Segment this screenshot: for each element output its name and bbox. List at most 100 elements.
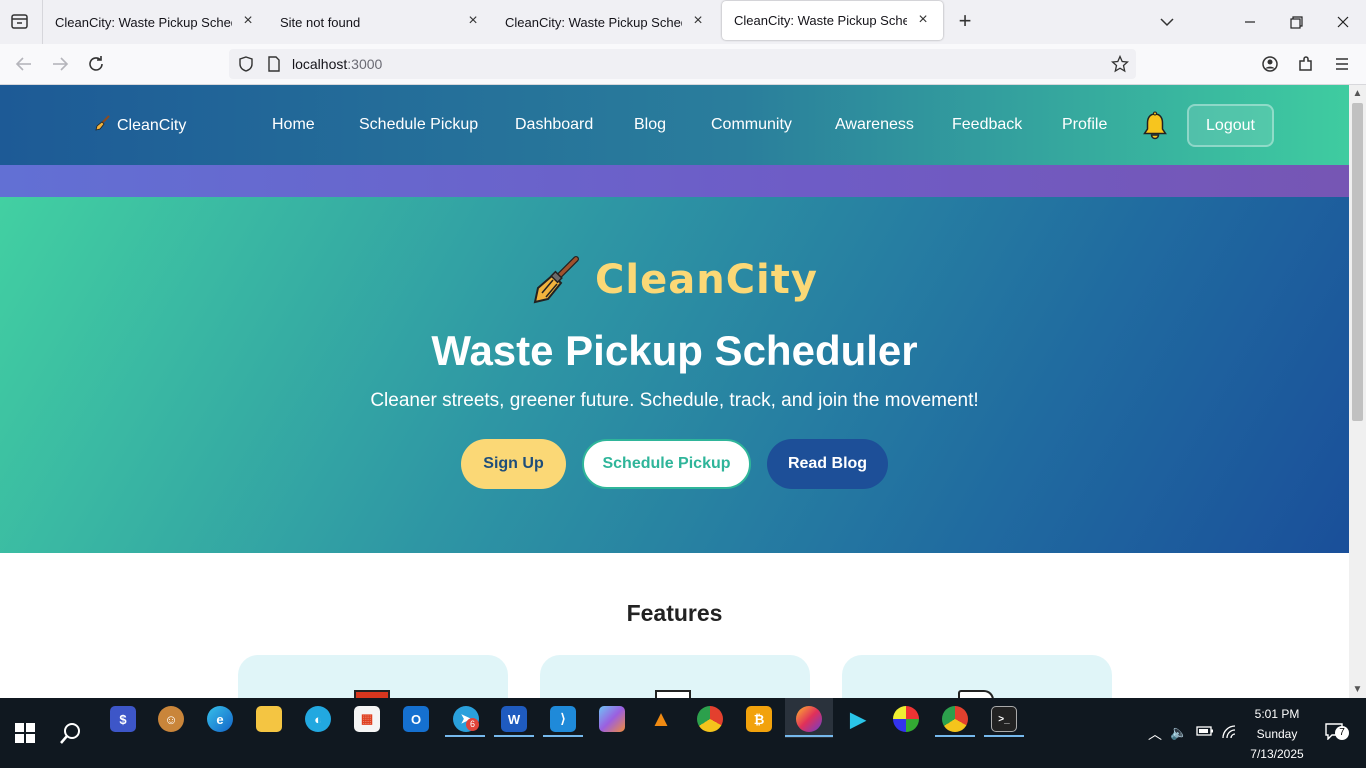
page-viewport: CleanCity Home Schedule Pickup Dashboard… (0, 85, 1349, 698)
start-icon[interactable] (12, 720, 38, 746)
nav-link-awareness[interactable]: Awareness (835, 116, 914, 134)
chrome-icon[interactable] (697, 706, 723, 732)
running-indicator (543, 735, 583, 737)
app-icon[interactable]: ☺ (158, 706, 184, 732)
back-icon[interactable] (12, 52, 36, 76)
chevron-down-icon[interactable] (1155, 10, 1179, 34)
shield-icon[interactable] (237, 55, 255, 73)
extensions-icon[interactable] (1294, 52, 1318, 76)
outlook-icon[interactable]: O (403, 706, 429, 732)
telegram-badge: 6 (466, 718, 479, 731)
site-header: CleanCity Home Schedule Pickup Dashboard… (0, 85, 1349, 165)
reload-icon[interactable] (84, 52, 108, 76)
close-window-icon[interactable] (1331, 10, 1355, 34)
hero-title: Waste Pickup Scheduler (431, 327, 918, 374)
running-indicator (445, 735, 485, 737)
app-icon[interactable] (893, 706, 919, 732)
brand-name: CleanCity (117, 116, 187, 134)
chevron-up-icon[interactable]: ︿ (1148, 724, 1162, 744)
page-scrollbar[interactable]: ▲ ▼ (1349, 85, 1366, 698)
tab-title: Site not found (280, 14, 361, 30)
copilot-icon[interactable] (599, 706, 625, 732)
hero-buttons: Sign Up Schedule Pickup Read Blog (0, 439, 1349, 489)
app-icon[interactable]: ◐ (305, 706, 331, 732)
schedule-pickup-button[interactable]: Schedule Pickup (582, 439, 751, 489)
tab-title: CleanCity: Waste Pickup Scheduler (505, 14, 682, 30)
app-icon[interactable]: $ (110, 706, 136, 732)
bookmark-star-icon[interactable] (1110, 54, 1130, 73)
sign-up-button[interactable]: Sign Up (461, 439, 566, 489)
clock-date: 7/13/2025 (1250, 747, 1304, 761)
feature-card[interactable] (540, 655, 810, 698)
site-brand[interactable]: CleanCity (95, 115, 186, 136)
url-text: localhost:3000 (292, 56, 382, 72)
wifi-icon[interactable] (1221, 724, 1237, 743)
scroll-down-icon[interactable]: ▼ (1352, 684, 1363, 695)
feature-card[interactable] (238, 655, 508, 698)
new-tab-icon[interactable]: + (954, 10, 976, 33)
account-icon[interactable] (1258, 52, 1282, 76)
vscode-icon[interactable]: ⟩ (550, 706, 576, 732)
word-icon[interactable]: W (501, 706, 527, 732)
notification-bell-icon[interactable] (1142, 111, 1168, 141)
battery-icon[interactable] (1196, 724, 1214, 741)
minimize-icon[interactable] (1238, 10, 1262, 34)
app-icon[interactable]: ₿ (746, 706, 772, 732)
running-indicator (935, 735, 975, 737)
nav-link-community[interactable]: Community (711, 116, 792, 134)
browser-tab[interactable]: Site not found × (268, 0, 493, 44)
search-icon[interactable] (58, 720, 84, 746)
nav-link-schedule-pickup[interactable]: Schedule Pickup (359, 116, 478, 134)
app-icon[interactable]: ▶ (845, 706, 871, 732)
volume-icon[interactable]: 🔈 (1170, 724, 1187, 741)
hero-logo: CleanCity (0, 255, 1349, 305)
nav-link-blog[interactable]: Blog (634, 116, 666, 134)
vlc-icon[interactable]: ▲ (648, 706, 674, 732)
terminal-icon[interactable]: >_ (991, 706, 1017, 732)
page-icon[interactable] (265, 55, 283, 73)
running-indicator (785, 735, 833, 737)
nav-link-home[interactable]: Home (272, 116, 315, 134)
hero-subtitle: Cleaner streets, greener future. Schedul… (370, 390, 979, 411)
windows-taskbar: $ ☺ e ◐ ▦ O ➤ 6 W ⟩ ▲ ₿ ▶ >_ ︿ 🔈 5:01 PM… (0, 698, 1366, 768)
hero-section: CleanCity Waste Pickup Scheduler Cleaner… (0, 197, 1349, 553)
read-blog-button[interactable]: Read Blog (767, 439, 888, 489)
scroll-up-icon[interactable]: ▲ (1352, 88, 1363, 99)
browser-tab[interactable]: CleanCity: Waste Pickup Scheduler × (493, 0, 718, 44)
browser-tab[interactable]: CleanCity: Waste Pickup Scheduler × (43, 0, 268, 44)
running-indicator (494, 735, 534, 737)
broom-icon (531, 255, 581, 305)
store-icon[interactable]: ▦ (354, 706, 380, 732)
address-bar[interactable]: localhost:3000 (229, 49, 1136, 79)
nav-link-dashboard[interactable]: Dashboard (515, 116, 593, 134)
tab-title: CleanCity: Waste Pickup Scheduler (734, 13, 907, 28)
restore-icon[interactable] (1284, 10, 1308, 34)
file-explorer-icon[interactable] (256, 706, 282, 732)
url-port: :3000 (347, 56, 383, 72)
menu-icon[interactable] (1330, 52, 1354, 76)
forward-icon[interactable] (48, 52, 72, 76)
browser-nav-bar: localhost:3000 (0, 44, 1366, 85)
chrome-icon[interactable] (942, 706, 968, 732)
nav-link-feedback[interactable]: Feedback (952, 116, 1022, 134)
broom-icon (95, 115, 111, 136)
edge-icon[interactable]: e (207, 706, 233, 732)
system-clock[interactable]: 5:01 PM Sunday 7/13/2025 (1240, 704, 1314, 764)
hero-logo-text: CleanCity (595, 257, 818, 303)
close-tab-icon[interactable]: × (690, 13, 706, 30)
close-tab-icon[interactable]: × (240, 13, 256, 30)
browser-tab-active[interactable]: CleanCity: Waste Pickup Scheduler × (722, 1, 943, 40)
feature-card[interactable] (842, 655, 1112, 698)
logout-button[interactable]: Logout (1187, 104, 1274, 147)
decorative-band (0, 165, 1349, 197)
tab-list-icon[interactable] (8, 11, 32, 33)
close-tab-icon[interactable]: × (915, 11, 931, 29)
close-tab-icon[interactable]: × (465, 13, 481, 30)
nav-link-profile[interactable]: Profile (1062, 116, 1107, 134)
features-title: Features (626, 600, 723, 626)
notification-count-badge: 7 (1335, 726, 1349, 740)
calendar-icon (354, 690, 390, 698)
browser-tab-strip: CleanCity: Waste Pickup Scheduler × Site… (0, 0, 1366, 44)
firefox-icon[interactable] (796, 706, 822, 732)
scrollbar-thumb[interactable] (1352, 103, 1363, 421)
